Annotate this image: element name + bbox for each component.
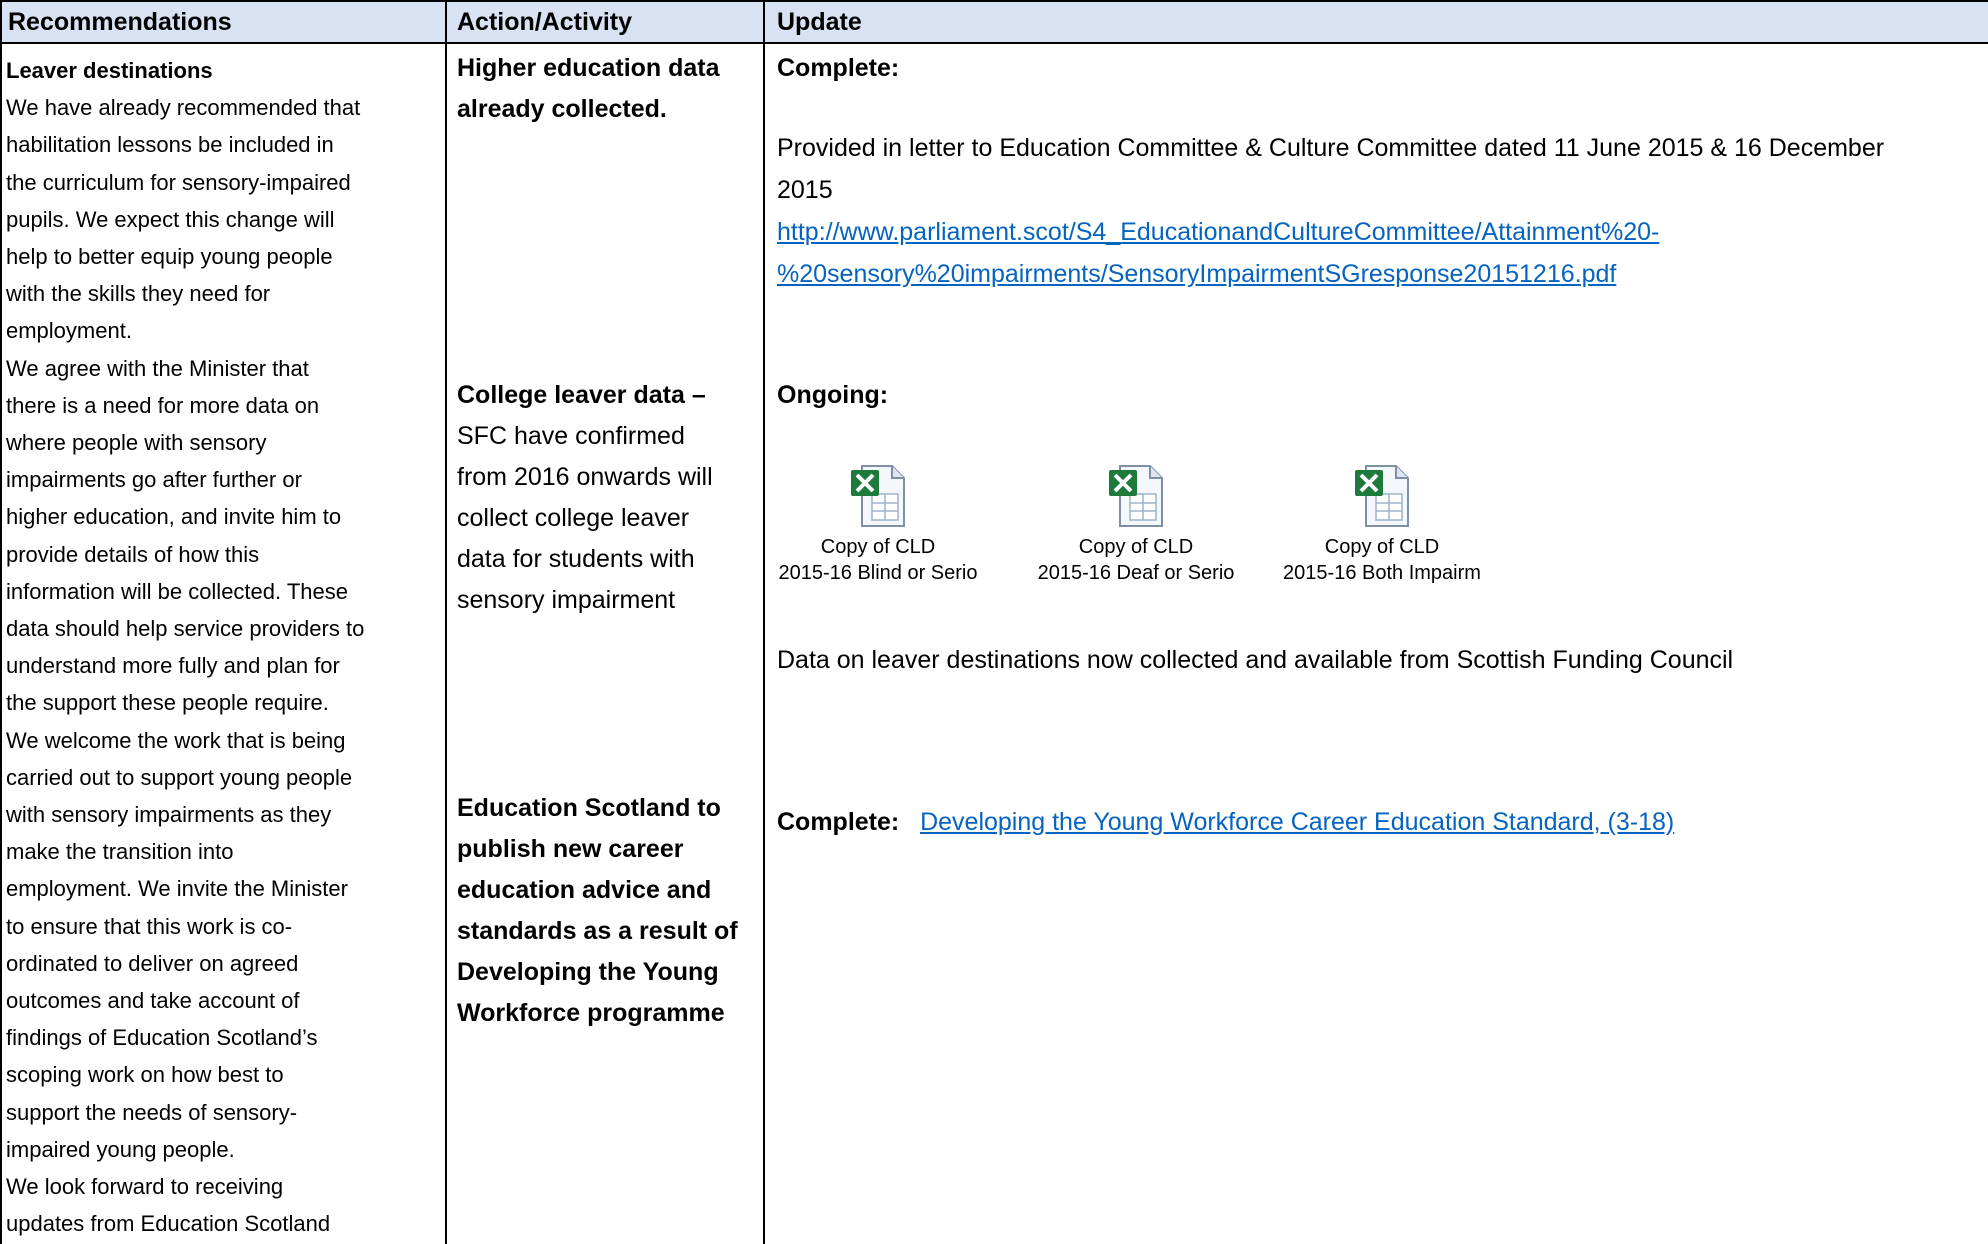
- recommendation-line: make the transition into: [6, 839, 234, 865]
- file-caption: 2015-16 Blind or Serio: [778, 562, 978, 584]
- action-line: sensory impairment: [457, 586, 676, 614]
- action-line: data for students with: [457, 545, 695, 573]
- action-line: from 2016 onwards will: [457, 463, 713, 491]
- recommendation-line: to ensure that this work is co-: [6, 913, 293, 939]
- recommendation-line: pupils. We expect this change will: [6, 206, 335, 232]
- header-recommendations: Recommendations: [8, 8, 232, 36]
- recommendation-line: information will be collected. These: [6, 578, 348, 604]
- action-college-leaver: College leaver data – SFC have confirmed…: [457, 375, 757, 621]
- recommendation-line: We have already recommended that: [6, 95, 361, 121]
- table-header-divider: [0, 42, 1988, 44]
- action-education-scotland: Education Scotland to publish new career…: [457, 788, 757, 1034]
- action-line: standards as a result of: [457, 917, 738, 945]
- excel-attachment-1[interactable]: Copy of CLD 2015-16 Blind or Serio: [768, 464, 988, 586]
- column-divider-1: [445, 0, 447, 1244]
- recommendation-line: provide details of how this: [6, 541, 260, 567]
- update-status-complete-2: Complete:: [777, 808, 900, 836]
- column-divider-2: [763, 0, 765, 1244]
- header-update: Update: [777, 8, 862, 36]
- recommendation-line: We welcome the work that is being: [6, 727, 346, 753]
- action-line: SFC have confirmed: [457, 422, 685, 450]
- recommendation-line: habilitation lessons be included in: [6, 132, 334, 158]
- recommendation-line: We agree with the Minister that: [6, 355, 309, 381]
- file-caption: Copy of CLD: [820, 536, 936, 558]
- recommendation-line: help to better equip young people: [6, 244, 333, 270]
- recommendation-heading: Leaver destinations: [6, 58, 213, 83]
- file-caption: 2015-16 Deaf or Serio: [1037, 562, 1235, 584]
- excel-file-icon: [1355, 465, 1409, 527]
- recommendation-line: impairments go after further or: [6, 467, 302, 493]
- update-status-ongoing: Ongoing:: [777, 381, 889, 409]
- action-line: education advice and: [457, 876, 712, 904]
- recommendation-line: where people with sensory: [6, 430, 267, 456]
- recommendation-line: updates from Education Scotland: [6, 1211, 331, 1237]
- file-caption: Copy of CLD: [1078, 536, 1194, 558]
- excel-file-icon: [851, 465, 905, 527]
- action-higher-education: Higher education data already collected.: [457, 48, 757, 130]
- career-education-standard-link[interactable]: Developing the Young Workforce Career Ed…: [920, 808, 1674, 836]
- recommendation-line: findings of Education Scotland’s: [6, 1025, 318, 1051]
- update-leaver-destinations-text: Data on leaver destinations now collecte…: [777, 646, 1734, 674]
- action-line: Higher education data: [457, 54, 720, 82]
- action-line: Education Scotland to: [457, 794, 721, 822]
- update-career-education: Complete: Developing the Young Workforce…: [777, 802, 1674, 843]
- parliament-link-continued[interactable]: %20sensory%20impairments/SensoryImpairme…: [777, 254, 1616, 295]
- recommendation-line: the support these people require.: [6, 690, 329, 716]
- table-border-left: [0, 0, 2, 1244]
- recommendation-line: the curriculum for sensory-impaired: [6, 169, 351, 195]
- recommendation-line: outcomes and take account of: [6, 988, 300, 1014]
- recommendation-line: scoping work on how best to: [6, 1062, 284, 1088]
- recommendation-line: data should help service providers to: [6, 616, 365, 642]
- table-header-row: [2, 2, 1988, 42]
- parliament-link[interactable]: http://www.parliament.scot/S4_Educationa…: [777, 212, 1659, 253]
- action-line: already collected.: [457, 95, 667, 123]
- excel-file-icon: [1109, 465, 1163, 527]
- update-letter-text: Provided in letter to Education Committe…: [777, 134, 1885, 162]
- recommendation-line: carried out to support young people: [6, 764, 353, 790]
- excel-attachment-3[interactable]: Copy of CLD 2015-16 Both Impairm: [1272, 464, 1492, 586]
- recommendation-line: impaired young people.: [6, 1136, 235, 1162]
- recommendations-cell: Leaver destinations We have already reco…: [6, 52, 436, 1243]
- recommendation-line: with sensory impairments as they: [6, 802, 332, 828]
- file-caption: Copy of CLD: [1324, 536, 1440, 558]
- file-caption: 2015-16 Both Impairm: [1283, 562, 1481, 584]
- recommendation-line: employment. We invite the Minister: [6, 876, 348, 902]
- update-letter-text-year: 2015: [777, 176, 833, 204]
- recommendation-line: there is a need for more data on: [6, 392, 320, 418]
- recommendation-line: support the needs of sensory-: [6, 1099, 298, 1125]
- action-line: Developing the Young: [457, 958, 719, 986]
- action-line: collect college leaver: [457, 504, 690, 532]
- action-line: publish new career: [457, 835, 684, 863]
- table-border-top: [0, 0, 1988, 2]
- excel-attachment-2[interactable]: Copy of CLD 2015-16 Deaf or Serio: [1026, 464, 1246, 586]
- document-page: Recommendations Action/Activity Update L…: [0, 0, 1988, 1244]
- header-action-activity: Action/Activity: [457, 8, 633, 36]
- update-status-complete: Complete:: [777, 54, 900, 82]
- action-line: Workforce programme: [457, 999, 725, 1027]
- recommendation-line: understand more fully and plan for: [6, 653, 340, 679]
- action-line: College leaver data –: [457, 381, 706, 409]
- recommendation-line: higher education, and invite him to: [6, 504, 342, 530]
- recommendation-line: employment.: [6, 318, 132, 344]
- recommendation-line: ordinated to deliver on agreed: [6, 950, 299, 976]
- recommendation-line: with the skills they need for: [6, 281, 271, 307]
- recommendation-line: We look forward to receiving: [6, 1174, 284, 1200]
